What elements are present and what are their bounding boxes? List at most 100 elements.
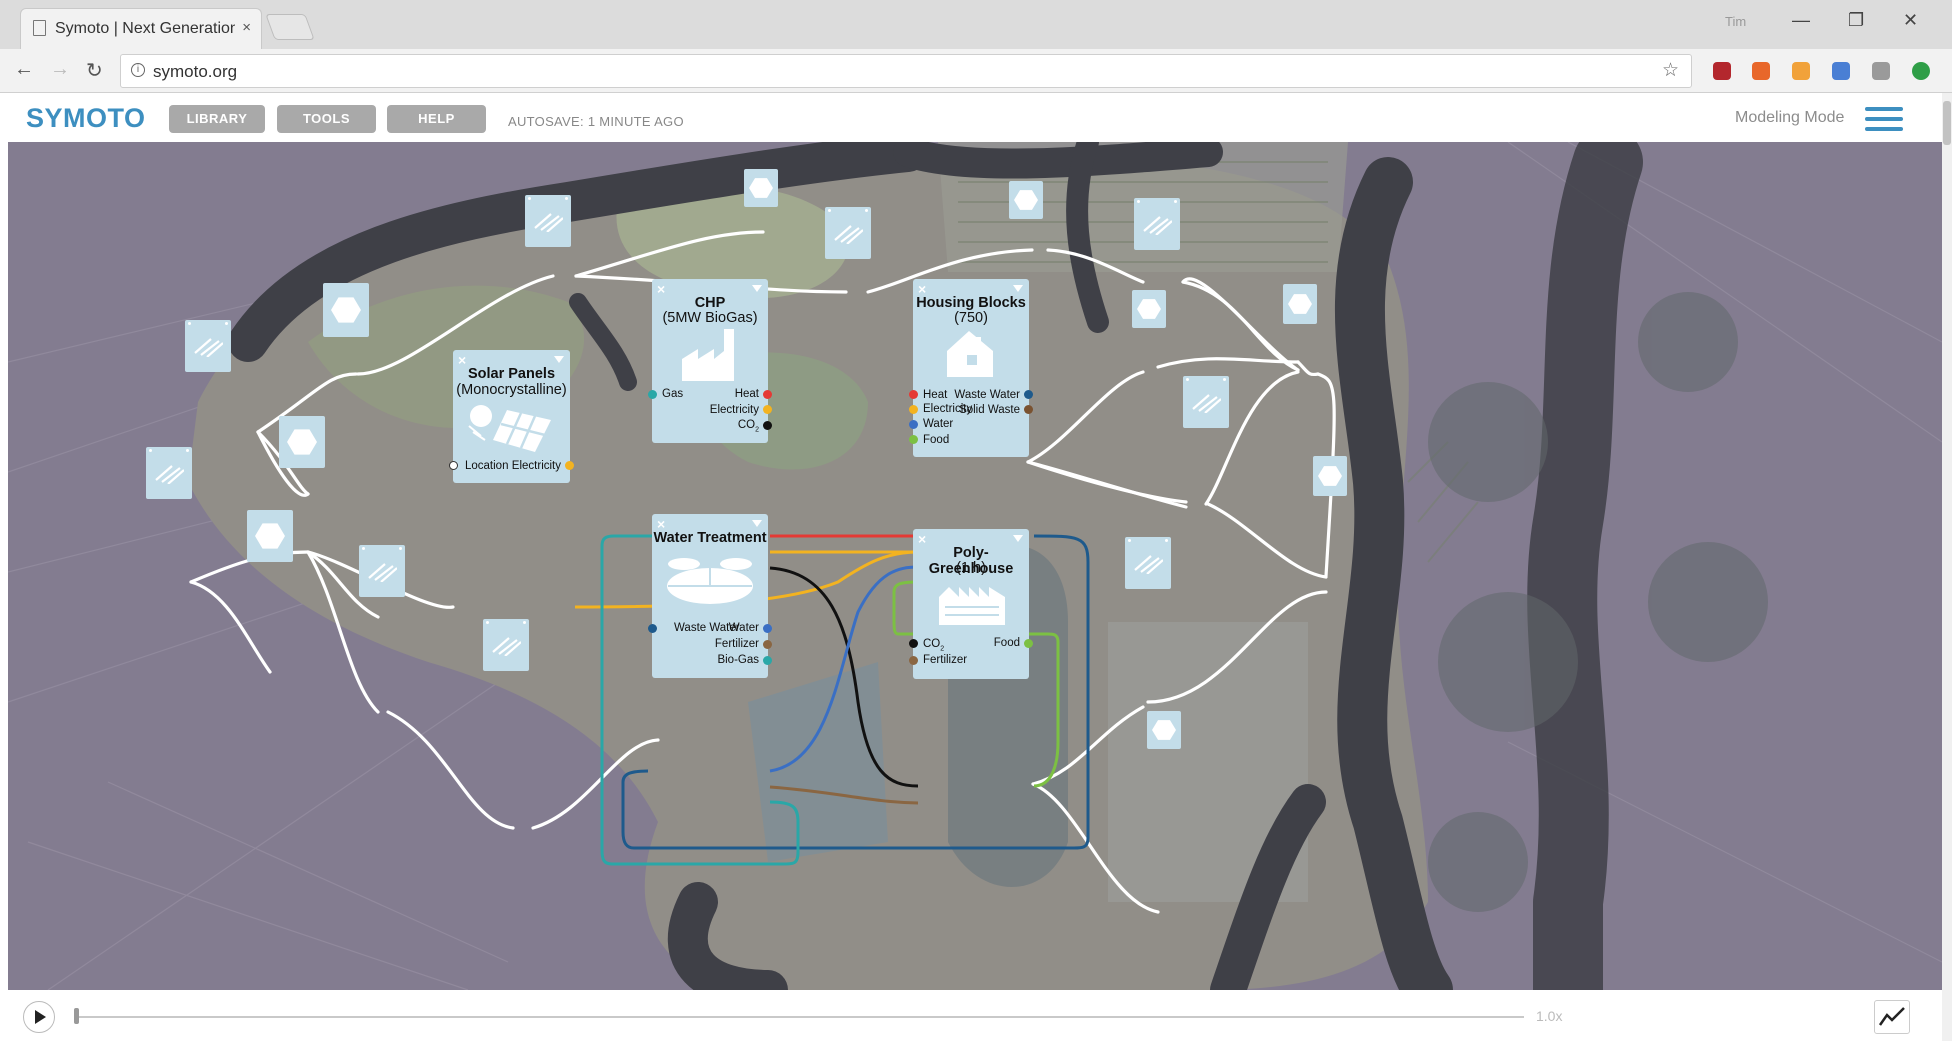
play-button[interactable]	[23, 1001, 55, 1033]
extension-icon[interactable]	[1752, 62, 1770, 80]
module-water-treatment[interactable]: × Water Treatment Waste Water Water Fert…	[652, 514, 768, 678]
link-node[interactable]	[359, 545, 405, 597]
co2-port[interactable]	[909, 639, 918, 648]
waste-water-port[interactable]	[1024, 390, 1033, 399]
profile-name[interactable]: Tim	[1725, 14, 1746, 29]
restore-icon[interactable]: ❐	[1848, 10, 1864, 31]
module-menu-icon[interactable]	[752, 520, 762, 527]
fertilizer-port[interactable]	[763, 640, 772, 649]
waste-water-port[interactable]	[648, 624, 657, 633]
greenhouse-icon	[939, 587, 1005, 625]
link-node[interactable]	[1134, 198, 1180, 250]
module-menu-icon[interactable]	[1013, 535, 1023, 542]
close-window-icon[interactable]: ✕	[1903, 10, 1918, 31]
location-port[interactable]	[449, 461, 458, 470]
hex-node[interactable]	[1283, 284, 1317, 324]
port-label: Solid Waste	[959, 404, 1020, 416]
co2-port[interactable]	[763, 421, 772, 430]
module-menu-icon[interactable]	[554, 356, 564, 363]
module-solar-panels[interactable]: × Solar Panels (Monocrystalline) Locatio…	[453, 350, 570, 483]
help-button[interactable]: HELP	[387, 105, 486, 133]
port-label: Food	[923, 434, 950, 446]
hex-node[interactable]	[279, 416, 325, 468]
water-port[interactable]	[763, 624, 772, 633]
link-node[interactable]	[825, 207, 871, 259]
port-label: CO2	[737, 419, 759, 434]
link-node[interactable]	[1183, 376, 1229, 428]
fertilizer-port[interactable]	[909, 656, 918, 665]
hex-node[interactable]	[323, 283, 369, 337]
port-label: Fertilizer	[714, 638, 759, 650]
playback-bar: 1.0x	[8, 990, 1942, 1041]
hex-node[interactable]	[1009, 181, 1043, 219]
hex-node[interactable]	[744, 169, 778, 207]
port-label: Heat	[923, 389, 948, 401]
hex-node[interactable]	[1132, 290, 1166, 328]
module-menu-icon[interactable]	[752, 285, 762, 292]
module-title: Solar Panels	[467, 366, 556, 382]
hex-node[interactable]	[1313, 456, 1347, 496]
forward-icon[interactable]: →	[50, 58, 70, 81]
browser-tab-bar: Symoto | Next Generation × Tim — ❐ ✕	[0, 0, 1952, 51]
link-node[interactable]	[483, 619, 529, 671]
graph-button[interactable]	[1874, 1000, 1910, 1034]
reload-icon[interactable]: ↻	[86, 58, 103, 83]
bookmark-star-icon[interactable]: ☆	[1662, 59, 1679, 82]
port-label: Heat	[734, 388, 759, 400]
browser-tab[interactable]: Symoto | Next Generation ×	[20, 8, 262, 51]
minimize-icon[interactable]: —	[1792, 10, 1810, 31]
timeline-slider-handle[interactable]	[74, 1008, 79, 1024]
module-poly-greenhouse[interactable]: × Poly-Greenhouse (1 h) CO2 Fertilizer F…	[913, 529, 1029, 679]
library-button[interactable]: LIBRARY	[169, 105, 265, 133]
app-logo[interactable]: SYMOTO	[26, 103, 146, 134]
water-treatment-icon	[667, 558, 753, 604]
port-label: Water	[923, 418, 954, 430]
electricity-port[interactable]	[763, 405, 772, 414]
timeline-track[interactable]	[74, 1016, 1524, 1018]
food-port[interactable]	[1024, 639, 1033, 648]
biogas-port[interactable]	[763, 656, 772, 665]
heat-port[interactable]	[763, 390, 772, 399]
heat-port[interactable]	[909, 390, 918, 399]
new-tab-button[interactable]	[265, 14, 315, 40]
close-tab-icon[interactable]: ×	[242, 19, 251, 36]
extension-icon[interactable]	[1792, 62, 1810, 80]
mode-label[interactable]: Modeling Mode	[1735, 109, 1844, 127]
hex-node[interactable]	[247, 510, 293, 562]
url-input[interactable]: i symoto.org ☆	[120, 54, 1692, 88]
water-port[interactable]	[909, 420, 918, 429]
extension-icon[interactable]	[1872, 62, 1890, 80]
link-node[interactable]	[1125, 537, 1171, 589]
module-menu-icon[interactable]	[1013, 285, 1023, 292]
info-icon[interactable]: i	[131, 63, 145, 77]
shield-extension-icon[interactable]	[1713, 62, 1731, 80]
hex-node[interactable]	[1147, 711, 1181, 749]
model-canvas[interactable]: × Solar Panels (Monocrystalline) Locatio…	[8, 142, 1942, 990]
port-label: Waste Water	[954, 389, 1020, 401]
back-icon[interactable]: ←	[14, 58, 34, 81]
url-text: symoto.org	[153, 62, 238, 81]
electricity-port[interactable]	[565, 461, 574, 470]
electricity-port[interactable]	[909, 405, 918, 414]
gas-port[interactable]	[648, 390, 657, 399]
page-scrollbar[interactable]	[1942, 93, 1952, 1041]
food-port[interactable]	[909, 435, 918, 444]
playback-speed[interactable]: 1.0x	[1536, 1008, 1562, 1024]
link-node[interactable]	[525, 195, 571, 247]
module-subtitle: (1 h)	[956, 560, 986, 576]
hamburger-menu-icon[interactable]	[1865, 107, 1903, 131]
extension-icon[interactable]	[1912, 62, 1930, 80]
module-housing-blocks[interactable]: × Housing Blocks (750) Heat Electricity …	[913, 279, 1029, 457]
factory-icon	[682, 329, 734, 381]
module-chp[interactable]: × CHP (5MW BioGas) Gas Heat Electricity …	[652, 279, 768, 443]
port-label: Electricity	[511, 460, 561, 472]
module-title: Housing Blocks	[916, 295, 1026, 311]
port-label: Gas	[662, 388, 684, 400]
solid-waste-port[interactable]	[1024, 405, 1033, 414]
link-node[interactable]	[146, 447, 192, 499]
link-node[interactable]	[185, 320, 231, 372]
module-subtitle: (Monocrystalline)	[456, 382, 567, 398]
app-header: SYMOTO LIBRARY TOOLS HELP AUTOSAVE: 1 MI…	[8, 93, 1942, 142]
tools-button[interactable]: TOOLS	[277, 105, 376, 133]
translate-extension-icon[interactable]	[1832, 62, 1850, 80]
